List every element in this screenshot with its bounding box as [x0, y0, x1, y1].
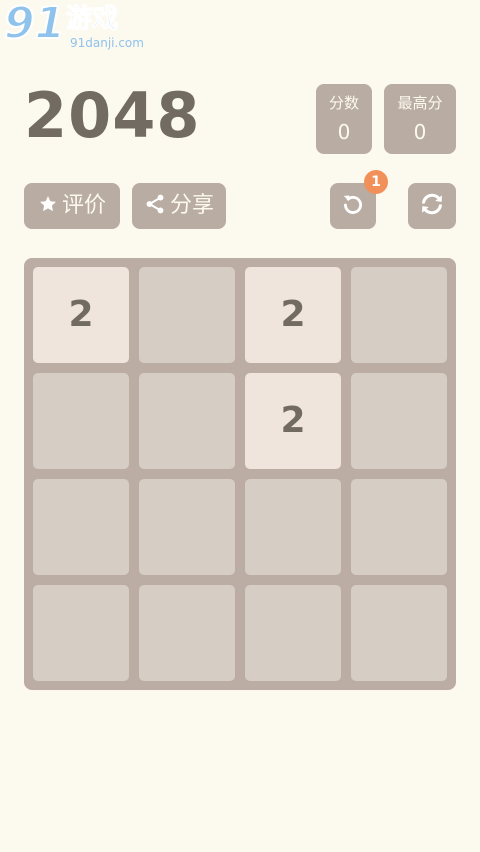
rate-button[interactable]: 评价 [24, 183, 120, 229]
restart-button[interactable] [408, 183, 456, 229]
empty-cell [351, 585, 447, 681]
share-icon [144, 193, 166, 219]
empty-cell [139, 373, 235, 469]
score-value: 0 [337, 120, 351, 144]
star-icon [38, 194, 58, 218]
share-label: 分享 [169, 193, 214, 218]
empty-cell [245, 585, 341, 681]
empty-cell [139, 585, 235, 681]
empty-cell [33, 479, 129, 575]
tile: 2 [33, 267, 129, 363]
share-button[interactable]: 分享 [132, 183, 226, 229]
empty-cell [33, 373, 129, 469]
rate-label: 评价 [61, 193, 106, 218]
empty-cell [351, 267, 447, 363]
game-title: 2048 [24, 79, 201, 152]
empty-cell [139, 267, 235, 363]
empty-cell [139, 479, 235, 575]
undo-count-badge: 1 [364, 170, 388, 194]
score-label: 分数 [328, 94, 359, 112]
best-score-label: 最高分 [397, 94, 443, 112]
undo-icon [340, 191, 366, 221]
empty-cell [351, 479, 447, 575]
tile: 2 [245, 373, 341, 469]
watermark-number: 91 [3, 0, 66, 50]
restart-icon [418, 190, 446, 222]
score-box: 分数 0 [316, 84, 372, 154]
watermark-name: 游戏 [65, 4, 119, 35]
tile: 2 [245, 267, 341, 363]
empty-cell [351, 373, 447, 469]
watermark-url: 91danji.com [70, 36, 144, 50]
watermark-logo: 91 游戏 91danji.com [3, 0, 144, 54]
best-score-value: 0 [413, 120, 427, 144]
game-board[interactable]: 2 2 2 [24, 258, 456, 690]
best-score-box: 最高分 0 [384, 84, 456, 154]
empty-cell [245, 479, 341, 575]
empty-cell [33, 585, 129, 681]
